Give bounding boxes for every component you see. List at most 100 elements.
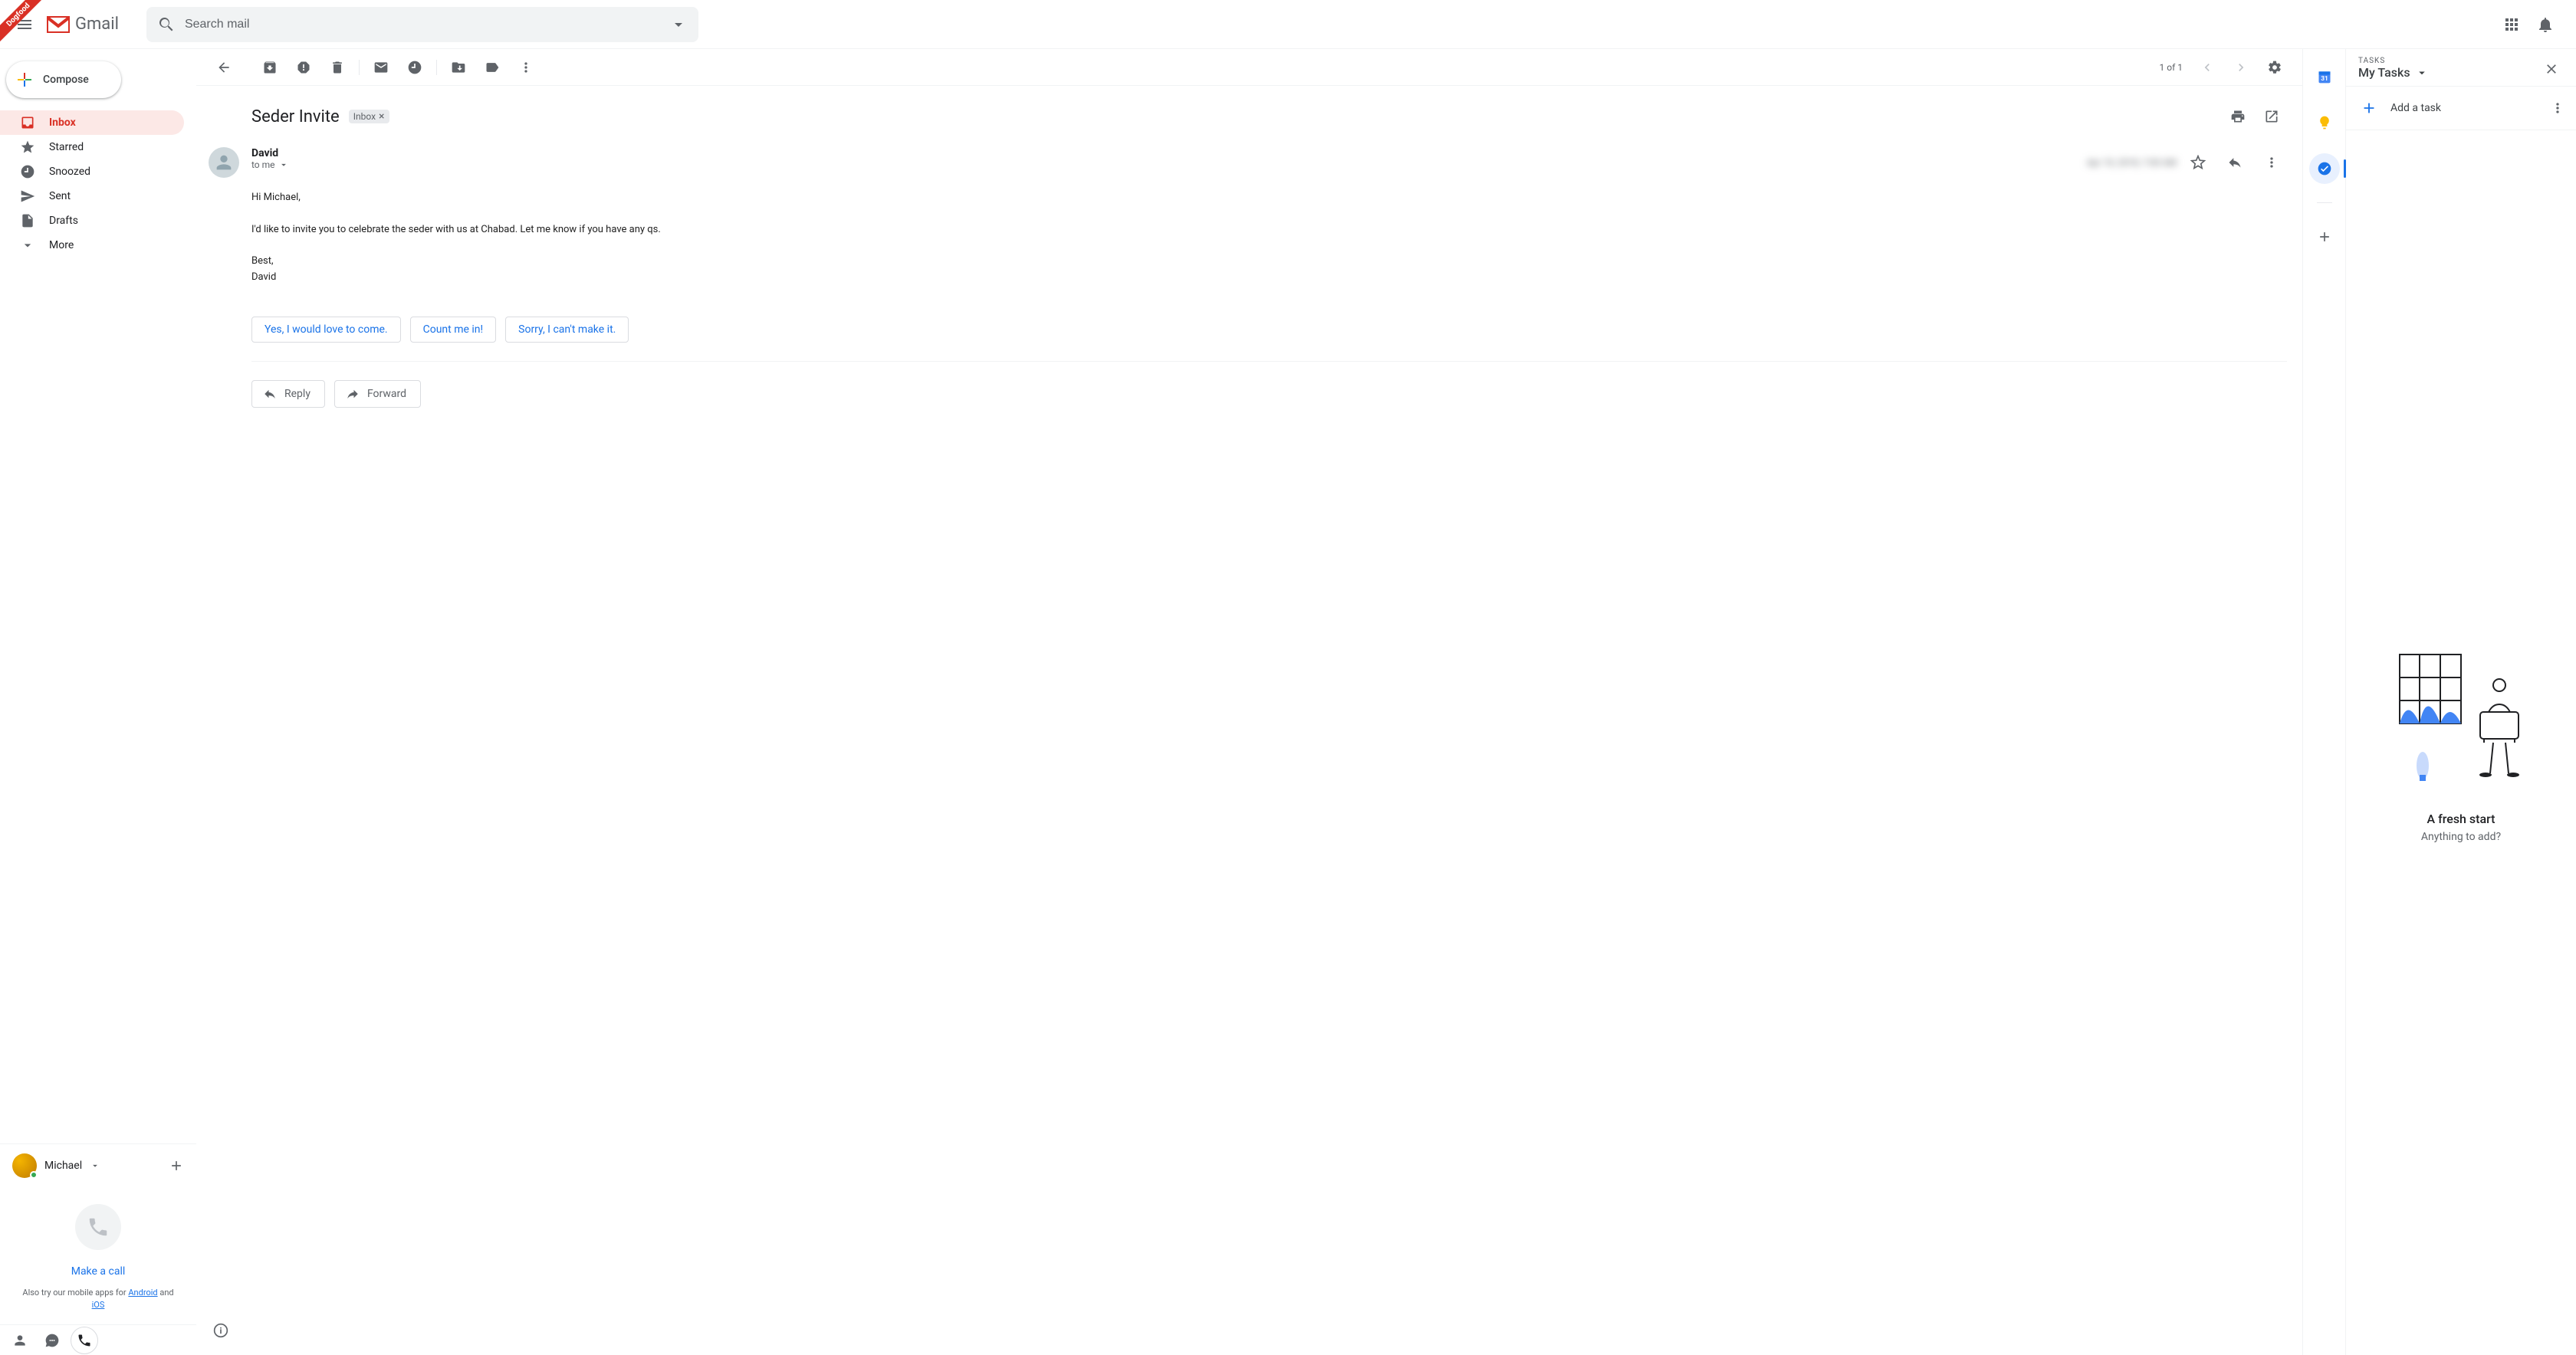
close-icon[interactable]: × (379, 111, 384, 122)
nav-sent[interactable]: Sent (0, 184, 184, 208)
hamburger-icon (15, 15, 34, 34)
archive-button[interactable] (255, 52, 285, 83)
info-icon (213, 1323, 228, 1338)
nav-snoozed[interactable]: Snoozed (0, 159, 184, 184)
smart-reply-1[interactable]: Yes, I would love to come. (251, 317, 401, 343)
tasks-icon (2317, 161, 2332, 176)
gmail-logo-icon (46, 15, 71, 34)
search-icon (157, 15, 176, 34)
back-button[interactable] (209, 52, 239, 83)
apps-button[interactable] (2496, 9, 2527, 40)
tasks-list-selector[interactable]: My Tasks (2358, 65, 2539, 80)
file-icon (20, 213, 35, 228)
mail-icon (373, 60, 389, 75)
nav-drafts[interactable]: Drafts (0, 208, 184, 233)
sender-avatar (209, 147, 239, 178)
reply-button[interactable]: Reply (251, 380, 325, 408)
open-new-window-button[interactable] (2256, 101, 2287, 132)
app-header: Gmail (0, 0, 2576, 49)
person-icon (213, 152, 235, 173)
keep-addon[interactable] (2309, 107, 2340, 138)
add-task-button[interactable]: Add a task (2352, 94, 2545, 122)
smart-reply-3[interactable]: Sorry, I can't make it. (505, 317, 629, 343)
reply-icon (2227, 155, 2242, 170)
hangouts-contacts-tab[interactable] (6, 1327, 34, 1354)
more-vert-icon (2264, 155, 2279, 170)
more-vert-icon (2550, 100, 2565, 116)
labels-button[interactable] (477, 52, 508, 83)
prev-button[interactable] (2192, 52, 2223, 83)
hangouts-phone-tab[interactable] (71, 1327, 98, 1354)
search-button[interactable] (151, 9, 182, 40)
delete-button[interactable] (322, 52, 353, 83)
label-icon (485, 60, 500, 75)
recipient-dropdown[interactable]: to me (251, 159, 2075, 170)
caret-down-icon (2415, 66, 2429, 80)
pager-text: 1 of 1 (2154, 62, 2189, 73)
label-chip-inbox[interactable]: Inbox × (349, 110, 389, 123)
search-input[interactable] (182, 18, 663, 31)
spam-button[interactable] (288, 52, 319, 83)
nav-label: Starred (49, 141, 84, 153)
smart-reply-2[interactable]: Count me in! (410, 317, 497, 343)
apps-grid-icon (2502, 15, 2521, 34)
new-chat-button[interactable] (169, 1158, 184, 1173)
star-outline-icon (2190, 155, 2206, 170)
chevron-down-icon (20, 238, 35, 253)
hangouts-chat-tab[interactable] (38, 1327, 66, 1354)
trash-icon (330, 60, 345, 75)
avatar (12, 1153, 37, 1178)
gmail-logo[interactable]: Gmail (46, 15, 142, 34)
nav-starred[interactable]: Starred (0, 135, 184, 159)
calendar-icon: 31 (2317, 69, 2332, 84)
tasks-empty-subtitle: Anything to add? (2421, 831, 2501, 843)
tasks-menu-button[interactable] (2545, 96, 2570, 120)
calendar-addon[interactable]: 31 (2309, 61, 2340, 92)
chat-username: Michael (44, 1160, 82, 1172)
make-call-link[interactable]: Make a call (15, 1265, 181, 1278)
tasks-panel: TASKS My Tasks Add a task (2346, 49, 2576, 1355)
move-to-button[interactable] (443, 52, 474, 83)
message-more-button[interactable] (2256, 147, 2287, 178)
nav-label: More (49, 239, 74, 251)
tasks-addon[interactable] (2309, 153, 2340, 184)
details-info-button[interactable] (205, 1315, 236, 1346)
tasks-close-button[interactable] (2539, 57, 2564, 81)
search-bar[interactable] (146, 7, 698, 42)
snooze-button[interactable] (399, 52, 430, 83)
phone-icon (77, 1333, 92, 1348)
more-actions-button[interactable] (511, 52, 541, 83)
forward-button[interactable]: Forward (334, 380, 421, 408)
main-menu-button[interactable] (6, 6, 43, 43)
plus-icon (2361, 100, 2377, 116)
clock-icon (20, 164, 35, 179)
settings-button[interactable] (2259, 52, 2290, 83)
chat-self-row[interactable]: Michael (0, 1150, 196, 1181)
ios-link[interactable]: iOS (92, 1300, 105, 1310)
message-body: Hi Michael, I'd like to invite you to ce… (251, 190, 2287, 286)
notifications-button[interactable] (2530, 9, 2561, 40)
more-vert-icon (518, 60, 534, 75)
tasks-empty-illustration (2384, 643, 2538, 796)
phone-icon (87, 1216, 110, 1239)
close-icon (2544, 61, 2559, 77)
star-icon (20, 139, 35, 155)
android-link[interactable]: Android (128, 1288, 157, 1298)
mark-unread-button[interactable] (366, 52, 396, 83)
next-button[interactable] (2226, 52, 2256, 83)
gear-icon (2267, 60, 2282, 75)
nav-more[interactable]: More (0, 233, 184, 258)
status-online-icon (30, 1171, 38, 1179)
archive-icon (262, 60, 278, 75)
nav-label: Drafts (49, 215, 78, 227)
get-addons-button[interactable] (2309, 221, 2340, 252)
label-chip-text: Inbox (353, 111, 376, 122)
reply-icon-button[interactable] (2220, 147, 2250, 178)
nav-label: Sent (49, 190, 71, 202)
print-button[interactable] (2223, 101, 2253, 132)
compose-button[interactable]: Compose (6, 61, 121, 98)
star-message-button[interactable] (2183, 147, 2213, 178)
nav-inbox[interactable]: Inbox (0, 110, 184, 135)
search-options-button[interactable] (663, 9, 694, 40)
tasks-section-label: TASKS (2358, 57, 2539, 65)
